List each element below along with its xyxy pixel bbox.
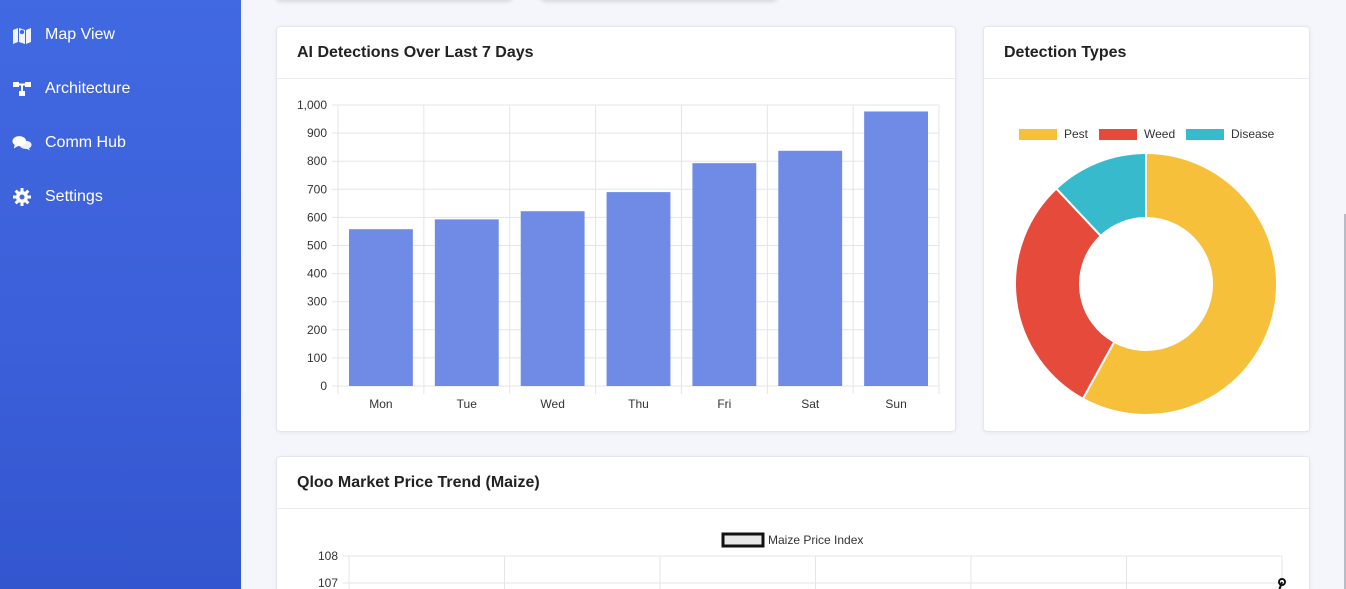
detections-card-title: AI Detections Over Last 7 Days bbox=[277, 27, 955, 79]
bar bbox=[606, 192, 671, 386]
detections-card: AI Detections Over Last 7 Days 0 100 200 30… bbox=[276, 26, 956, 432]
bar bbox=[520, 211, 585, 386]
y-tick-label: 600 bbox=[307, 210, 327, 224]
map-icon bbox=[12, 25, 32, 45]
main-content: AI Detections Over Last 7 Days 0 100 200 30… bbox=[241, 0, 1346, 589]
detection-types-card: Detection Types Pest Weed Disease bbox=[983, 26, 1310, 432]
sidebar-item-map-view[interactable]: Map View bbox=[0, 15, 241, 55]
detection-types-doughnut-chart: Pest Weed Disease bbox=[1014, 127, 1278, 416]
y-tick-label: 300 bbox=[307, 295, 327, 309]
y-tick-label: 0 bbox=[320, 379, 327, 393]
bar bbox=[864, 111, 928, 386]
bar bbox=[349, 229, 413, 386]
legend-label: Disease bbox=[1231, 127, 1275, 141]
x-tick-label: Thu bbox=[628, 397, 649, 411]
sidebar-item-label: Map View bbox=[45, 26, 115, 43]
y-tick-label: 100 bbox=[307, 351, 327, 365]
market-price-line-chart: Maize Price Index 108 107 bbox=[318, 532, 1286, 589]
sidebar-item-label: Comm Hub bbox=[45, 134, 126, 151]
detections-bar-chart: 0 100 200 300 400 500 600 700 800 900 1,000 Mon Tue W… bbox=[297, 98, 940, 411]
x-tick-label: Wed bbox=[540, 397, 564, 411]
detection-types-card-title: Detection Types bbox=[984, 27, 1309, 79]
y-tick-label: 500 bbox=[307, 239, 327, 253]
legend-swatch bbox=[1019, 129, 1057, 140]
x-tick-label: Sat bbox=[801, 397, 820, 411]
sidebar-item-label: Settings bbox=[45, 188, 103, 205]
bar bbox=[434, 219, 499, 386]
sidebar: Map View Architecture Comm Hub Settings bbox=[0, 0, 241, 589]
y-tick-label: 800 bbox=[307, 154, 327, 168]
bar bbox=[692, 163, 757, 386]
x-tick-label: Mon bbox=[369, 397, 392, 411]
chat-bubbles-icon bbox=[12, 133, 32, 153]
y-tick-label: 700 bbox=[307, 182, 327, 196]
y-tick-label: 400 bbox=[307, 267, 327, 281]
y-tick-label: 900 bbox=[307, 126, 327, 140]
sidebar-item-architecture[interactable]: Architecture bbox=[0, 69, 241, 109]
legend-label: Maize Price Index bbox=[768, 533, 863, 547]
x-tick-label: Tue bbox=[457, 397, 478, 411]
y-tick-label: 200 bbox=[307, 323, 327, 337]
legend-label: Pest bbox=[1064, 127, 1089, 141]
sidebar-item-settings[interactable]: Settings bbox=[0, 177, 241, 217]
x-tick-label: Sun bbox=[885, 397, 906, 411]
market-price-card-title: Qloo Market Price Trend (Maize) bbox=[277, 457, 1309, 509]
legend-swatch bbox=[721, 532, 765, 548]
sitemap-icon bbox=[12, 79, 32, 99]
bar bbox=[778, 150, 843, 386]
legend-swatch bbox=[1186, 129, 1224, 140]
legend-label: Weed bbox=[1144, 127, 1175, 141]
y-tick-label: 1,000 bbox=[297, 98, 327, 112]
x-tick-label: Fri bbox=[717, 397, 731, 411]
y-tick-label: 108 bbox=[318, 549, 338, 563]
sidebar-item-label: Architecture bbox=[45, 80, 131, 97]
market-price-card: Qloo Market Price Trend (Maize) Maize Pr… bbox=[276, 456, 1310, 589]
legend-swatch bbox=[1099, 129, 1137, 140]
gear-icon bbox=[12, 187, 32, 207]
y-tick-label: 107 bbox=[318, 576, 338, 589]
sidebar-item-comm-hub[interactable]: Comm Hub bbox=[0, 123, 241, 163]
